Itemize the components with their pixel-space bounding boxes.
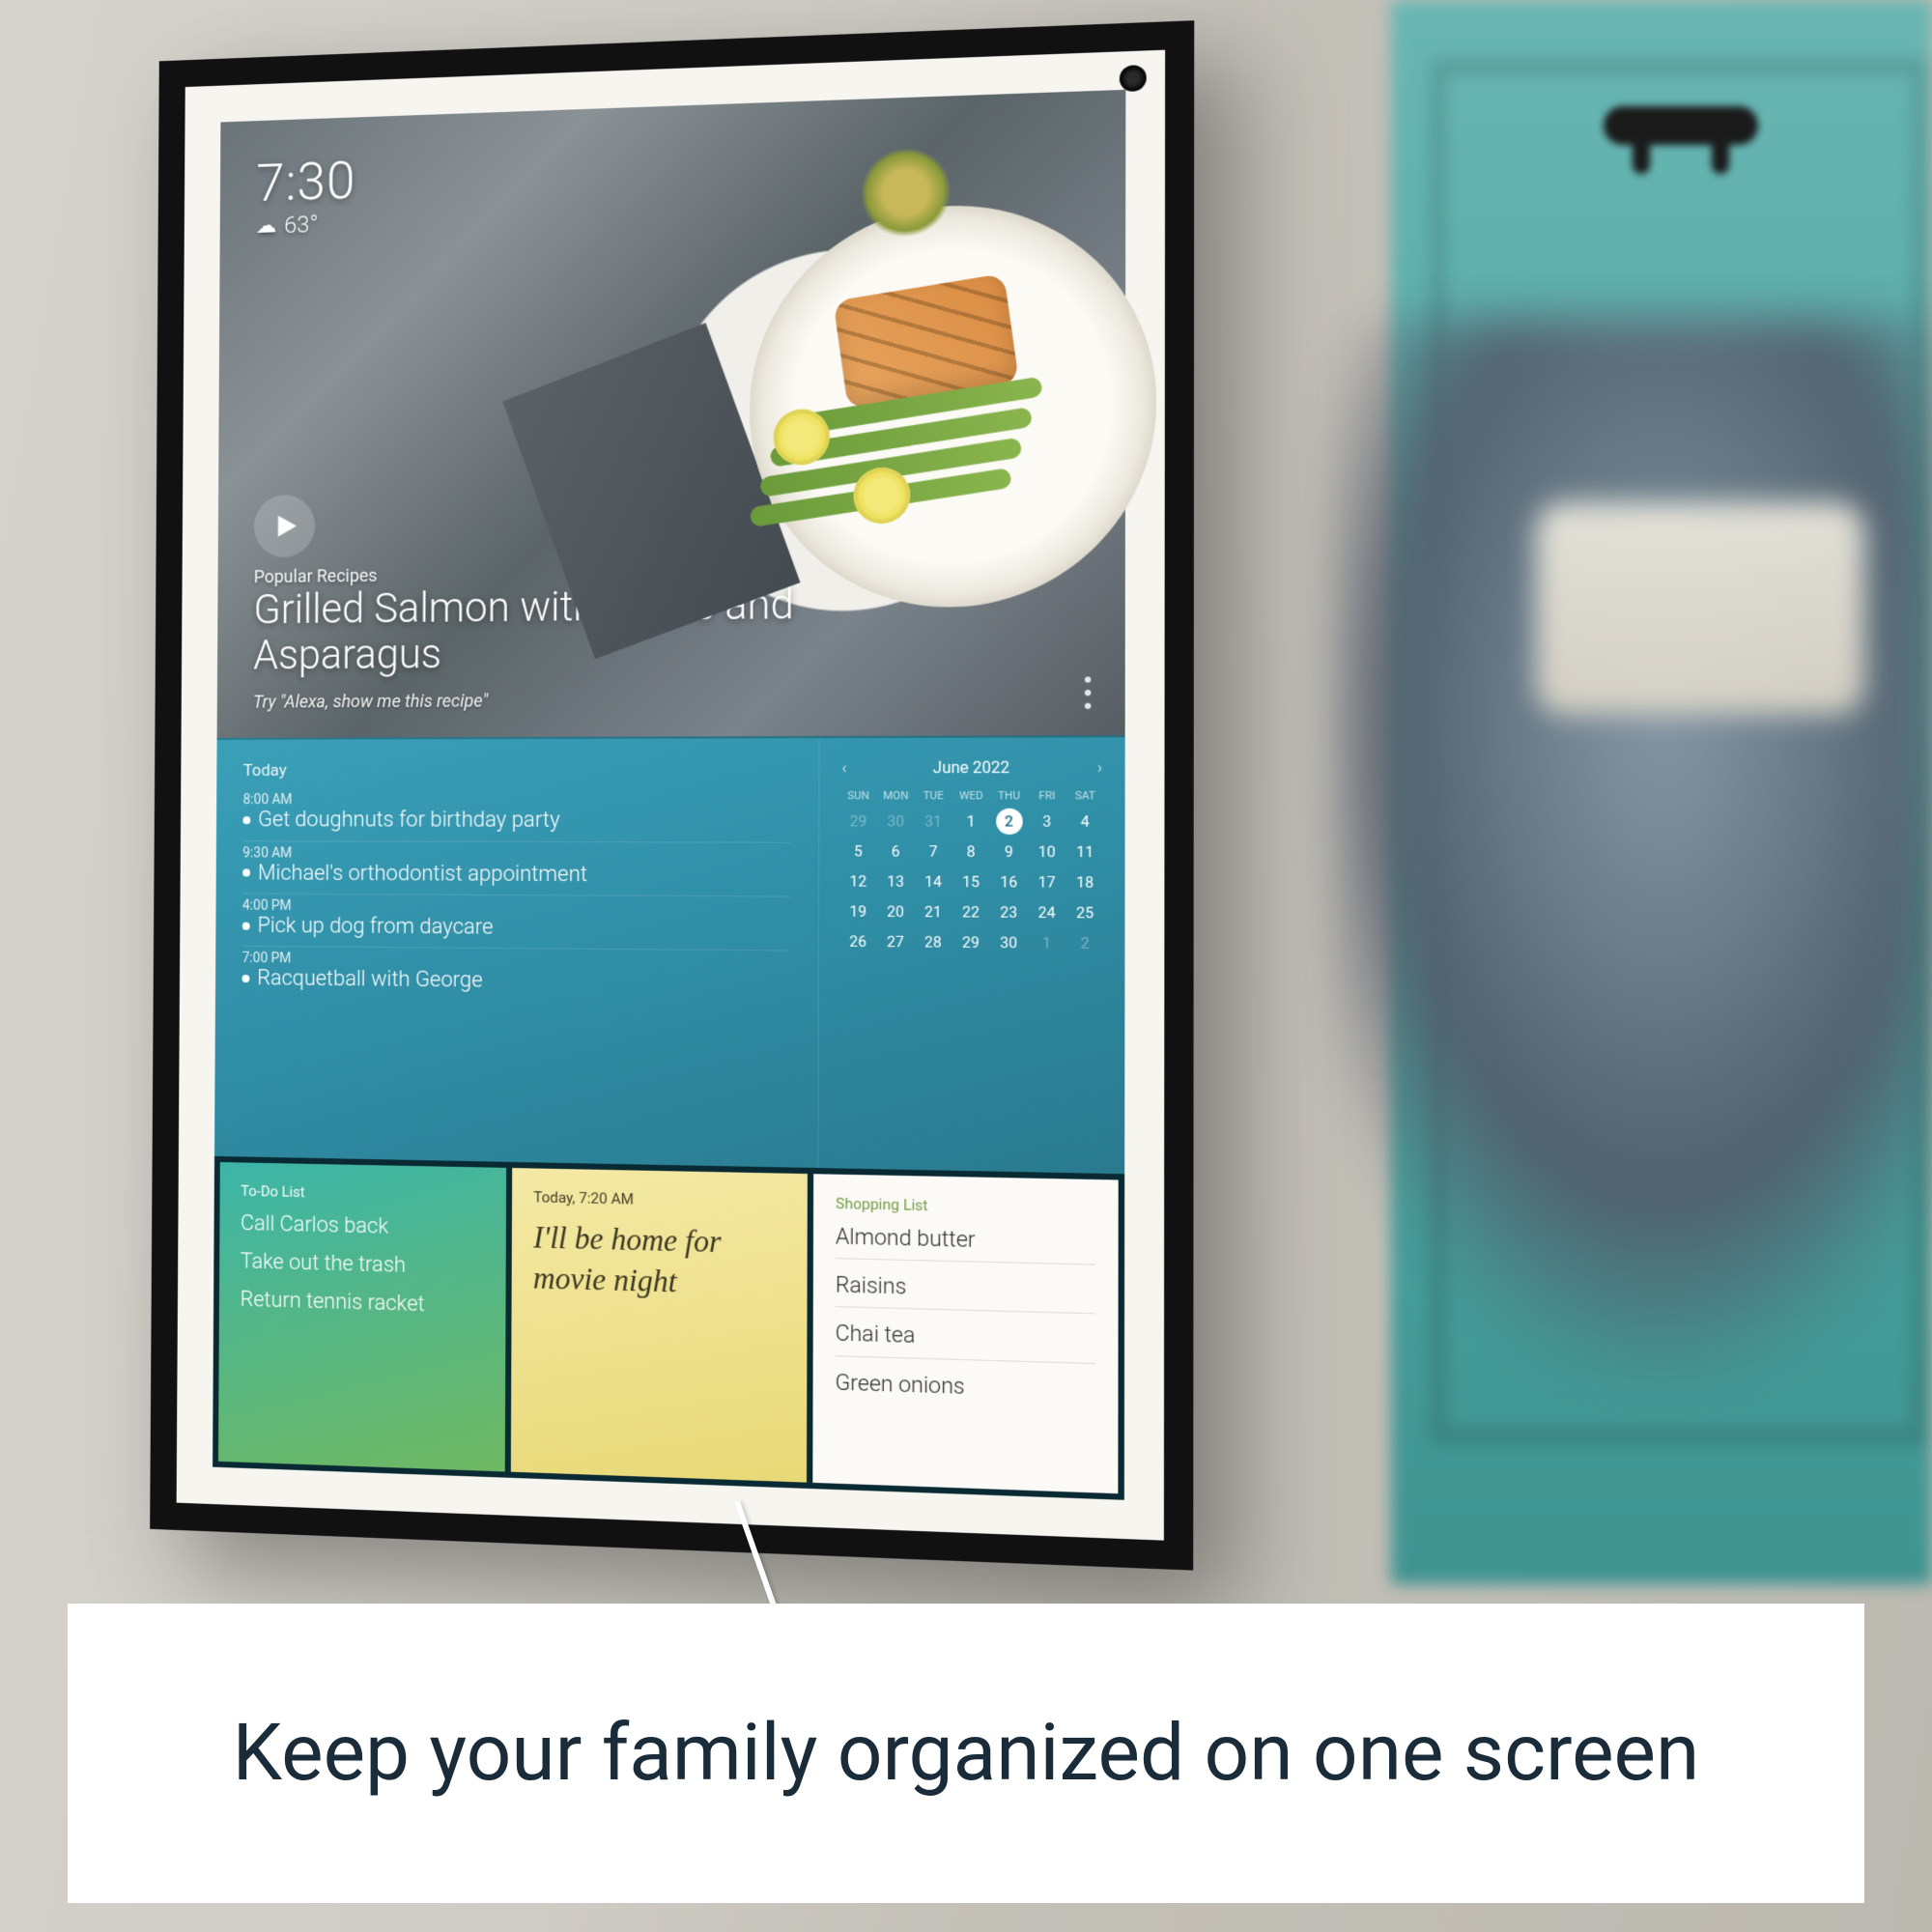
agenda-item[interactable]: 7:00 PM Racquetball with George — [242, 947, 789, 1005]
calendar-day[interactable]: 1 — [1030, 930, 1064, 957]
calendar-day[interactable]: 16 — [992, 869, 1026, 895]
agenda-item[interactable]: 8:00 AM Get doughnuts for birthday party — [242, 788, 790, 842]
calendar-day[interactable]: 17 — [1030, 869, 1064, 895]
calendar-day[interactable]: 19 — [841, 898, 875, 924]
marketing-caption-bar: Keep your family organized on one screen — [68, 1604, 1864, 1903]
calendar-day[interactable]: 23 — [992, 899, 1026, 925]
agenda-item-title: Pick up dog from daycare — [257, 914, 493, 940]
note-text: I'll be home for movie night — [533, 1217, 785, 1305]
calendar-day[interactable]: 27 — [879, 929, 913, 955]
calendar-month-label: June 2022 — [933, 758, 1009, 778]
agenda-item[interactable]: 9:30 AM Michael's orthodontist appointme… — [242, 841, 790, 897]
calendar-day[interactable]: 18 — [1068, 869, 1102, 895]
calendar-day[interactable]: 28 — [916, 929, 950, 955]
caption-text: Keep your family organized on one screen — [233, 1705, 1700, 1802]
agenda-list[interactable]: Today 8:00 AM Get doughnuts for birthday… — [214, 739, 819, 1168]
calendar-day[interactable]: 29 — [841, 809, 875, 835]
calendar-day[interactable]: 25 — [1067, 900, 1101, 927]
temperature-value: 63° — [284, 211, 318, 239]
month-calendar[interactable]: ‹ June 2022 › SUNMONTUEWEDTHUFRISAT29303… — [817, 738, 1124, 1174]
voice-prompt-hint: Try "Alexa, show me this recipe" — [253, 688, 1086, 713]
echo-show-device: 7:30 ☁ 63° Popular Recipes Grilled Salmo… — [150, 20, 1194, 1570]
calendar-day[interactable]: 29 — [954, 929, 988, 955]
bullet-icon — [242, 869, 250, 877]
agenda-item-title: Get doughnuts for birthday party — [258, 809, 560, 834]
calendar-day[interactable]: 11 — [1068, 839, 1102, 866]
calendar-dow: THU — [992, 787, 1026, 805]
calendar-grid[interactable]: SUNMONTUEWEDTHUFRISAT2930311234567891011… — [841, 787, 1102, 957]
agenda-item-title: Racquetball with George — [257, 966, 483, 993]
play-button[interactable] — [254, 495, 315, 557]
note-timestamp: Today, 7:20 AM — [533, 1188, 785, 1211]
shopping-item[interactable]: Green onions — [835, 1370, 1094, 1411]
shopping-item[interactable]: Almond butter — [836, 1224, 1095, 1264]
shopping-list-widget[interactable]: Shopping List Almond butter Raisins Chai t… — [812, 1174, 1118, 1493]
calendar-day[interactable]: 9 — [992, 839, 1026, 866]
calendar-day[interactable]: 12 — [841, 868, 875, 895]
calendar-panel[interactable]: Today 8:00 AM Get doughnuts for birthday… — [214, 736, 1125, 1174]
calendar-day[interactable]: 8 — [954, 838, 988, 865]
calendar-day[interactable]: 30 — [992, 930, 1026, 957]
calendar-day[interactable]: 31 — [917, 809, 951, 835]
chevron-left-icon[interactable]: ‹ — [841, 758, 846, 778]
agenda-item-title: Michael's orthodontist appointment — [258, 861, 587, 887]
calendar-day[interactable]: 6 — [879, 838, 913, 865]
agenda-header: Today — [243, 760, 791, 781]
bullet-icon — [242, 975, 249, 982]
calendar-day[interactable]: 2 — [1067, 930, 1101, 957]
calendar-day[interactable]: 30 — [879, 809, 913, 835]
calendar-dow: WED — [954, 787, 988, 805]
todo-item[interactable]: Return tennis racket — [240, 1288, 484, 1320]
calendar-day[interactable]: 24 — [1030, 900, 1064, 926]
calendar-dow: SUN — [841, 787, 875, 805]
calendar-day[interactable]: 21 — [917, 899, 951, 925]
sticky-note-widget[interactable]: Today, 7:20 AM I'll be home for movie ni… — [511, 1168, 808, 1483]
calendar-dow: SAT — [1068, 787, 1102, 805]
calendar-day[interactable]: 13 — [879, 868, 913, 895]
more-options-button[interactable] — [1077, 677, 1097, 710]
calendar-day[interactable]: 3 — [1030, 809, 1064, 835]
play-icon — [274, 514, 299, 539]
chevron-right-icon[interactable]: › — [1097, 758, 1102, 778]
device-screen[interactable]: 7:30 ☁ 63° Popular Recipes Grilled Salmo… — [213, 90, 1125, 1500]
calendar-day[interactable]: 2 — [996, 809, 1023, 835]
calendar-day[interactable]: 4 — [1068, 809, 1102, 835]
calendar-day[interactable]: 7 — [917, 838, 951, 865]
agenda-item[interactable]: 4:00 PM Pick up dog from daycare — [242, 895, 790, 952]
todo-widget[interactable]: To-Do List Call Carlos back Take out the … — [218, 1162, 506, 1472]
bullet-icon — [242, 816, 250, 824]
calendar-dow: MON — [879, 787, 913, 805]
cloud-icon: ☁ — [256, 213, 277, 239]
coat-hook — [1604, 106, 1758, 145]
shopping-item[interactable]: Raisins — [836, 1273, 1095, 1315]
todo-header: To-Do List — [241, 1181, 485, 1205]
calendar-day[interactable]: 20 — [879, 899, 913, 925]
shopping-header: Shopping List — [836, 1194, 1095, 1218]
calendar-day[interactable]: 1 — [954, 809, 988, 835]
agenda-item-time: 9:30 AM — [242, 845, 790, 863]
shopping-item[interactable]: Chai tea — [836, 1321, 1095, 1364]
calendar-dow: FRI — [1030, 787, 1064, 805]
calendar-day[interactable]: 10 — [1030, 839, 1064, 866]
bullet-icon — [242, 922, 250, 929]
hanging-jacket — [1333, 319, 1932, 1478]
widget-row: To-Do List Call Carlos back Take out the … — [213, 1156, 1124, 1500]
hero-recipe-card[interactable]: 7:30 ☁ 63° Popular Recipes Grilled Salmo… — [217, 90, 1126, 738]
calendar-day[interactable]: 5 — [841, 838, 875, 865]
calendar-day[interactable]: 26 — [841, 929, 875, 955]
calendar-dow: TUE — [917, 787, 951, 805]
agenda-item-time: 8:00 AM — [243, 792, 791, 809]
calendar-day[interactable]: 22 — [954, 899, 988, 925]
calendar-day[interactable]: 14 — [917, 869, 951, 895]
calendar-day[interactable]: 15 — [954, 869, 988, 895]
todo-item[interactable]: Take out the trash — [241, 1249, 485, 1280]
hanging-bag — [1536, 502, 1864, 715]
todo-item[interactable]: Call Carlos back — [241, 1211, 485, 1242]
